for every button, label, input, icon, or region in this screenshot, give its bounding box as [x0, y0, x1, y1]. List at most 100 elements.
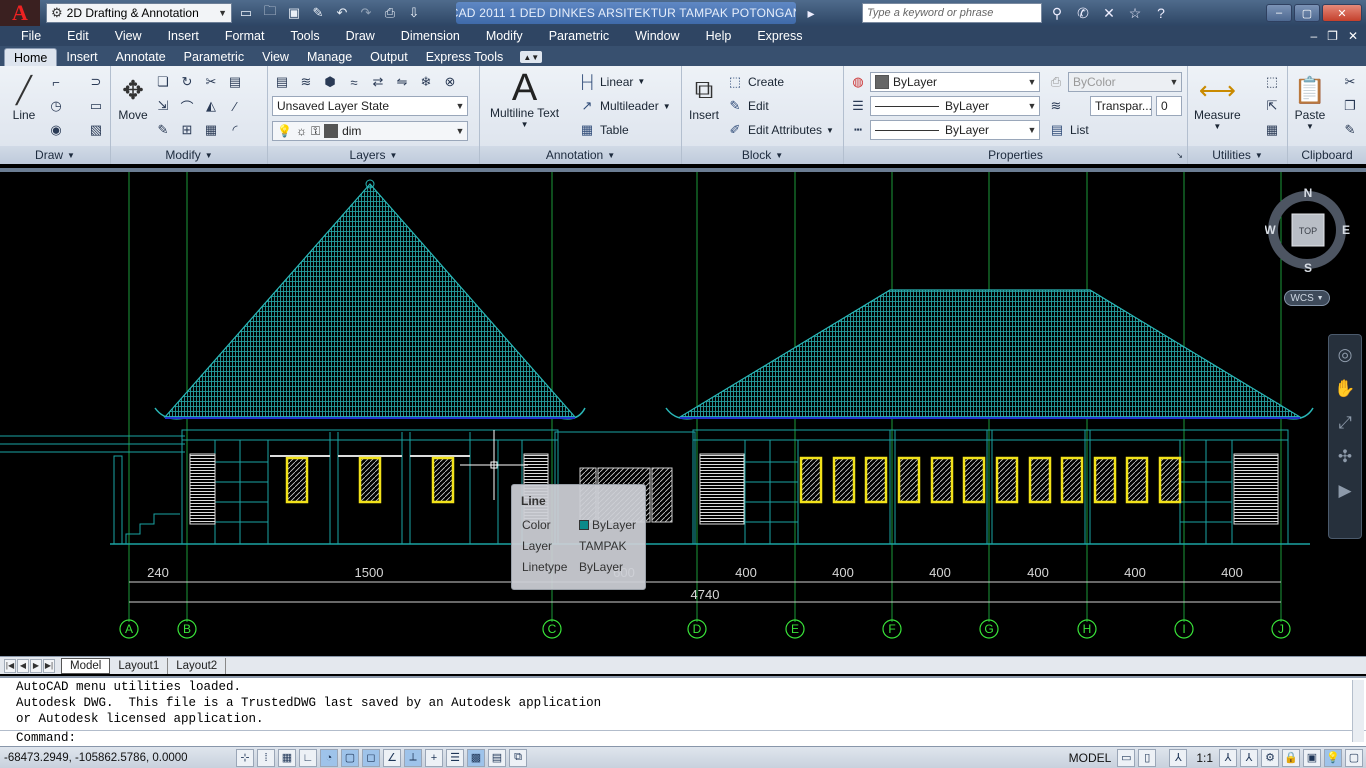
- offset-icon[interactable]: ▦: [201, 120, 221, 140]
- multiline-text-button[interactable]: A Multiline Text ▼: [490, 67, 559, 130]
- object-snap-icon[interactable]: ▢: [341, 748, 359, 767]
- draw-panel-label[interactable]: Draw ▼: [0, 146, 110, 164]
- menu-edit[interactable]: Edit: [54, 29, 102, 43]
- orbit-icon[interactable]: ✣: [1333, 445, 1357, 469]
- doc-close-icon[interactable]: ✕: [1348, 29, 1358, 43]
- compass-west[interactable]: W: [1265, 223, 1276, 237]
- menu-window[interactable]: Window: [622, 29, 692, 43]
- menu-tools[interactable]: Tools: [277, 29, 332, 43]
- auto-scale-icon[interactable]: ⅄: [1240, 748, 1258, 767]
- layer-unisolate-icon[interactable]: ≈: [344, 72, 364, 92]
- block-panel-label[interactable]: Block ▼: [682, 146, 843, 164]
- coordinates-readout[interactable]: -68473.2949, -105862.5786, 0.0000: [0, 752, 236, 764]
- workspace-switching-icon[interactable]: ⚙: [1261, 748, 1279, 767]
- multileader-button[interactable]: ↗ Multileader ▼: [578, 98, 671, 114]
- utilities-panel-label[interactable]: Utilities ▼: [1188, 146, 1287, 164]
- lineweight-dropdown[interactable]: ByLayer ▼: [870, 96, 1040, 116]
- circle-icon[interactable]: ◷: [46, 96, 66, 116]
- doc-restore-icon[interactable]: ❐: [1327, 29, 1338, 43]
- erase-icon[interactable]: ▤: [225, 72, 245, 92]
- tab-home[interactable]: Home: [4, 48, 58, 66]
- isolate-objects-icon[interactable]: 💡: [1324, 748, 1342, 767]
- transparency-toggle-icon[interactable]: ▩: [467, 748, 485, 767]
- tab-layout1[interactable]: Layout1: [110, 657, 169, 674]
- new-file-icon[interactable]: ▭: [236, 3, 256, 23]
- current-layer-dropdown[interactable]: 💡 ☼ ⚿ dim ▼: [272, 121, 468, 141]
- zoom-icon[interactable]: ⤢: [1333, 411, 1357, 435]
- 3d-object-snap-icon[interactable]: ◻: [362, 748, 380, 767]
- layer-isolate-icon[interactable]: ⬢: [320, 72, 340, 92]
- tab-manage[interactable]: Manage: [298, 48, 361, 66]
- table-button[interactable]: ▦ Table: [578, 122, 629, 138]
- object-snap-tracking-icon[interactable]: ∠: [383, 748, 401, 767]
- tab-express-tools[interactable]: Express Tools: [417, 48, 513, 66]
- previous-layout-icon[interactable]: ◀: [17, 658, 29, 673]
- move-tool-button[interactable]: ✥ Move: [115, 72, 151, 123]
- close-button[interactable]: ✕: [1322, 4, 1362, 22]
- clipboard-panel-label[interactable]: Clipboard: [1288, 146, 1366, 164]
- dynamic-ucs-icon[interactable]: ⟂: [404, 748, 422, 767]
- compass-east[interactable]: E: [1342, 223, 1350, 237]
- transparency-dropdown[interactable]: Transpar...: [1090, 96, 1152, 116]
- maximize-button[interactable]: ▢: [1294, 4, 1320, 22]
- transparency-value-field[interactable]: 0: [1156, 96, 1182, 116]
- application-menu-button[interactable]: A: [0, 0, 40, 26]
- menu-dimension[interactable]: Dimension: [388, 29, 473, 43]
- drawing-canvas[interactable]: 240 1500 600 400 400 400 400 400 400 474…: [0, 168, 1366, 656]
- command-scrollbar[interactable]: [1352, 680, 1364, 742]
- tab-view[interactable]: View: [253, 48, 298, 66]
- linear-dimension-button[interactable]: ├┤ Linear ▼: [578, 74, 645, 89]
- modify-panel-label[interactable]: Modify ▼: [111, 146, 267, 164]
- grid-display-icon[interactable]: ▦: [278, 748, 296, 767]
- scale-icon[interactable]: ✎: [153, 120, 173, 140]
- menu-format[interactable]: Format: [212, 29, 278, 43]
- viewcube[interactable]: TOP N S E W: [1265, 188, 1355, 278]
- layer-previous-icon[interactable]: ⇋: [392, 72, 412, 92]
- calculator-icon[interactable]: ▦: [1262, 120, 1282, 140]
- polyline-icon[interactable]: ⌐: [46, 72, 66, 92]
- copy-icon[interactable]: ❏: [153, 72, 173, 92]
- menu-insert[interactable]: Insert: [155, 29, 212, 43]
- quick-view-drawings-icon[interactable]: ▯: [1138, 748, 1157, 767]
- menu-view[interactable]: View: [102, 29, 155, 43]
- layer-states-icon[interactable]: ≋: [296, 72, 316, 92]
- elevation-drawing[interactable]: 240 1500 600 400 400 400 400 400 400 474…: [0, 172, 1366, 656]
- hatch-icon[interactable]: ▧: [86, 120, 106, 140]
- properties-panel-label[interactable]: Properties ↘: [844, 146, 1187, 164]
- stretch-icon[interactable]: ⇲: [153, 96, 173, 116]
- clean-screen-icon[interactable]: ▢: [1345, 748, 1363, 767]
- subscription-icon[interactable]: ✕: [1098, 2, 1120, 24]
- layer-off-icon[interactable]: ⊗: [440, 72, 460, 92]
- explode-icon[interactable]: ⁄: [225, 96, 245, 116]
- menu-help[interactable]: Help: [693, 29, 745, 43]
- ellipse-icon[interactable]: ◉: [46, 120, 66, 140]
- favorites-star-icon[interactable]: ☆: [1124, 2, 1146, 24]
- menu-file[interactable]: File: [8, 29, 54, 43]
- rotate-icon[interactable]: ↻: [177, 72, 197, 92]
- ortho-mode-icon[interactable]: ∟: [299, 748, 317, 767]
- annotation-scale-dropdown[interactable]: 1:1: [1190, 751, 1219, 765]
- tab-annotate[interactable]: Annotate: [107, 48, 175, 66]
- mirror-icon[interactable]: ◭: [201, 96, 221, 116]
- tab-insert[interactable]: Insert: [57, 48, 106, 66]
- quick-properties-icon[interactable]: ▤: [488, 748, 506, 767]
- tab-model[interactable]: Model: [61, 657, 111, 674]
- redo-icon[interactable]: ↷: [356, 3, 376, 23]
- next-layout-icon[interactable]: ▶: [30, 658, 42, 673]
- snap-mode-icon[interactable]: ⁞: [257, 748, 275, 767]
- array-icon[interactable]: ⊞: [177, 120, 197, 140]
- tab-parametric[interactable]: Parametric: [175, 48, 253, 66]
- binoculars-icon[interactable]: ⚲: [1046, 2, 1068, 24]
- match-properties-icon[interactable]: ✎: [1340, 120, 1360, 140]
- viewcube-face[interactable]: TOP: [1299, 226, 1317, 236]
- layer-match-icon[interactable]: ⇄: [368, 72, 388, 92]
- trim-icon[interactable]: ✂: [201, 72, 221, 92]
- menu-parametric[interactable]: Parametric: [536, 29, 622, 43]
- wcs-menu-button[interactable]: WCS ▼: [1284, 290, 1330, 306]
- polar-tracking-icon[interactable]: ◔: [320, 748, 338, 767]
- hardware-acceleration-icon[interactable]: ▣: [1303, 748, 1321, 767]
- copy-clip-icon[interactable]: ❐: [1340, 96, 1360, 116]
- quick-select-icon[interactable]: ⬚: [1262, 72, 1282, 92]
- model-space-toggle[interactable]: MODEL: [1063, 751, 1118, 765]
- ribbon-minimize-button[interactable]: ▲▼: [520, 51, 543, 63]
